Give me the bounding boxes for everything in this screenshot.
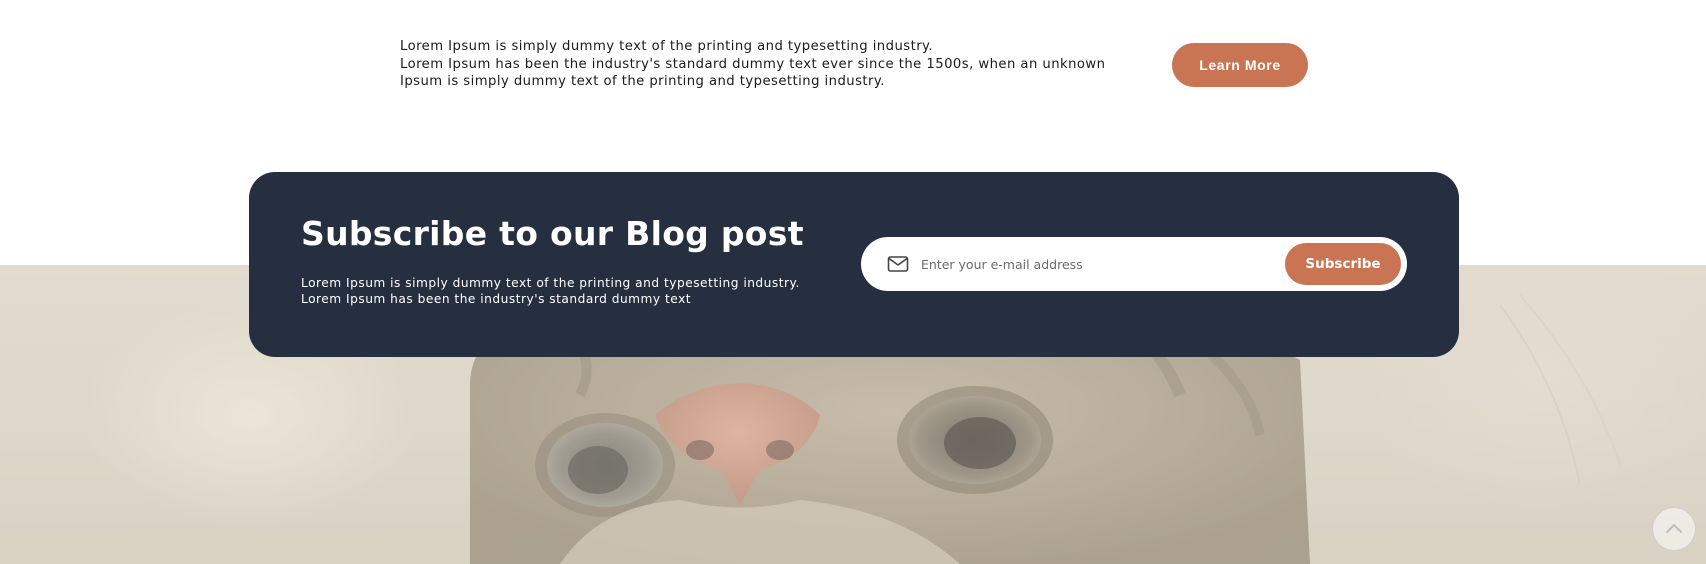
subscribe-card: Subscribe to our Blog post Lorem Ipsum i… (249, 172, 1459, 357)
mail-icon (887, 254, 909, 274)
page: Lorem Ipsum is simply dummy text of the … (0, 0, 1706, 564)
subscribe-description: Lorem Ipsum is simply dummy text of the … (301, 276, 800, 307)
info-line: Ipsum is simply dummy text of the printi… (400, 74, 885, 89)
subscribe-description-line: Lorem Ipsum has been the industry's stan… (301, 291, 692, 306)
subscribe-description-line: Lorem Ipsum is simply dummy text of the … (301, 276, 800, 290)
chevron-up-icon (1666, 524, 1682, 533)
info-line: Lorem Ipsum has been the industry's stan… (400, 56, 1106, 72)
subscribe-button[interactable]: Subscribe (1285, 243, 1401, 285)
info-line: Lorem Ipsum is simply dummy text of the … (400, 39, 934, 54)
info-text: Lorem Ipsum is simply dummy text of the … (400, 38, 1120, 91)
info-section: Lorem Ipsum is simply dummy text of the … (400, 38, 1310, 92)
subscribe-form: Subscribe (861, 237, 1407, 291)
learn-more-button[interactable]: Learn More (1172, 43, 1308, 87)
email-input[interactable] (921, 249, 1261, 279)
subscribe-title: Subscribe to our Blog post (301, 214, 804, 253)
scroll-top-button[interactable] (1652, 507, 1696, 551)
